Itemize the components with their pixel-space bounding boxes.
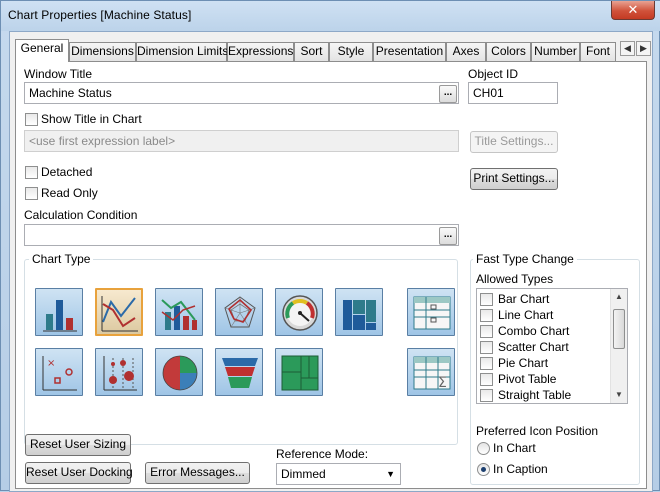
- close-button[interactable]: ✕: [611, 1, 655, 20]
- reset-user-sizing-button[interactable]: Reset User Sizing: [25, 434, 131, 456]
- chart-properties-dialog: Chart Properties [Machine Status] ✕ Gene…: [0, 0, 660, 492]
- calc-condition-ellipsis-button[interactable]: ...: [439, 227, 457, 245]
- in-chart-radio[interactable]: [477, 442, 490, 455]
- tab-dimensions[interactable]: Dimensions: [69, 42, 136, 61]
- tab-dimension-limits[interactable]: Dimension Limits: [136, 42, 228, 61]
- allowed-type-label: Straight Table: [498, 388, 572, 402]
- pie-chart-icon[interactable]: [155, 348, 203, 396]
- window-title-input[interactable]: Machine Status: [24, 82, 459, 104]
- chevron-down-icon: ▼: [386, 469, 395, 479]
- fast-type-change-label: Fast Type Change: [473, 252, 577, 266]
- chart-title-input[interactable]: <use first expression label>: [24, 130, 459, 152]
- svg-text:×: ×: [47, 358, 55, 369]
- pivot-table-icon[interactable]: [407, 288, 455, 336]
- print-settings-button[interactable]: Print Settings...: [470, 168, 558, 190]
- object-id-label: Object ID: [468, 67, 519, 81]
- funnel-chart-icon[interactable]: [215, 348, 263, 396]
- allowed-type-label: Combo Chart: [498, 324, 570, 338]
- tab-expressions[interactable]: Expressions: [227, 42, 294, 61]
- svg-text:Σ: Σ: [438, 375, 447, 391]
- allowed-type-checkbox[interactable]: [480, 373, 493, 386]
- in-caption-label: In Caption: [493, 462, 548, 476]
- title-settings-button[interactable]: Title Settings...: [470, 131, 558, 153]
- icon-position-label: Preferred Icon Position: [476, 424, 599, 438]
- gauge-chart-icon[interactable]: [275, 288, 323, 336]
- tab-scroll-right-icon[interactable]: ▶: [636, 41, 651, 56]
- allowed-types-scrollbar[interactable]: ▲ ▼: [610, 289, 627, 403]
- allowed-type-checkbox[interactable]: [480, 325, 493, 338]
- calc-condition-input[interactable]: [24, 224, 459, 246]
- scroll-down-icon[interactable]: ▼: [611, 387, 627, 403]
- allowed-type-checkbox[interactable]: [480, 389, 493, 402]
- tab-axes[interactable]: Axes: [446, 42, 486, 61]
- show-title-label: Show Title in Chart: [41, 112, 142, 126]
- tab-general[interactable]: General: [15, 39, 69, 62]
- detached-label: Detached: [41, 165, 93, 179]
- straight-table-icon[interactable]: Σ: [407, 348, 455, 396]
- title-bar[interactable]: Chart Properties [Machine Status] ✕: [1, 1, 660, 31]
- calc-condition-label: Calculation Condition: [24, 208, 138, 222]
- general-tab-panel: Window Title Machine Status ... Object I…: [15, 61, 647, 489]
- scroll-up-icon[interactable]: ▲: [611, 289, 627, 305]
- allowed-type-label: Bar Chart: [498, 292, 550, 306]
- tab-scroll-left-icon[interactable]: ◀: [620, 41, 635, 56]
- read-only-label: Read Only: [41, 186, 98, 200]
- reference-mode-select[interactable]: Dimmed ▼: [276, 463, 401, 485]
- tab-strip: General Dimensions Dimension Limits Expr…: [15, 39, 655, 62]
- scrollbar-thumb[interactable]: [613, 309, 625, 349]
- chart-type-group-label: Chart Type: [29, 252, 94, 266]
- block-chart-icon[interactable]: [275, 348, 323, 396]
- reset-user-docking-button[interactable]: Reset User Docking: [25, 462, 133, 484]
- tab-font[interactable]: Font: [580, 42, 616, 61]
- grid-chart-icon[interactable]: [95, 348, 143, 396]
- allowed-type-checkbox[interactable]: [480, 293, 493, 306]
- tab-number[interactable]: Number: [531, 42, 580, 61]
- tab-presentation[interactable]: Presentation: [373, 42, 446, 61]
- in-caption-radio[interactable]: [477, 463, 490, 476]
- radar-chart-icon[interactable]: [215, 288, 263, 336]
- allowed-type-checkbox[interactable]: [480, 341, 493, 354]
- line-chart-icon[interactable]: [95, 288, 143, 336]
- dialog-body: General Dimensions Dimension Limits Expr…: [9, 31, 653, 492]
- combo-chart-icon[interactable]: [155, 288, 203, 336]
- detached-checkbox[interactable]: [25, 166, 38, 179]
- object-id-input[interactable]: CH01: [468, 82, 558, 104]
- allowed-type-label: Scatter Chart: [498, 340, 569, 354]
- allowed-types-list[interactable]: Bar Chart Line Chart Combo Chart Scatter…: [476, 288, 628, 404]
- close-icon: ✕: [627, 2, 639, 17]
- in-chart-label: In Chart: [493, 441, 536, 455]
- scatter-chart-icon[interactable]: ×: [35, 348, 83, 396]
- bar-chart-icon[interactable]: [35, 288, 83, 336]
- show-title-checkbox[interactable]: [25, 113, 38, 126]
- reference-mode-label: Reference Mode:: [276, 447, 369, 461]
- mekko-chart-icon[interactable]: [335, 288, 383, 336]
- allowed-type-label: Pie Chart: [498, 356, 549, 370]
- reference-mode-value: Dimmed: [281, 467, 326, 481]
- allowed-type-checkbox[interactable]: [480, 357, 493, 370]
- allowed-type-checkbox[interactable]: [480, 309, 493, 322]
- tab-style[interactable]: Style: [329, 42, 373, 61]
- error-messages-button[interactable]: Error Messages...: [145, 462, 250, 484]
- window-title-label: Window Title: [24, 67, 93, 81]
- read-only-checkbox[interactable]: [25, 187, 38, 200]
- window-title: Chart Properties [Machine Status]: [8, 8, 192, 22]
- allowed-type-label: Line Chart: [498, 308, 554, 322]
- tab-colors[interactable]: Colors: [486, 42, 531, 61]
- window-title-ellipsis-button[interactable]: ...: [439, 85, 457, 103]
- allowed-types-label: Allowed Types: [476, 272, 554, 286]
- allowed-type-label: Pivot Table: [498, 372, 557, 386]
- tab-sort[interactable]: Sort: [294, 42, 329, 61]
